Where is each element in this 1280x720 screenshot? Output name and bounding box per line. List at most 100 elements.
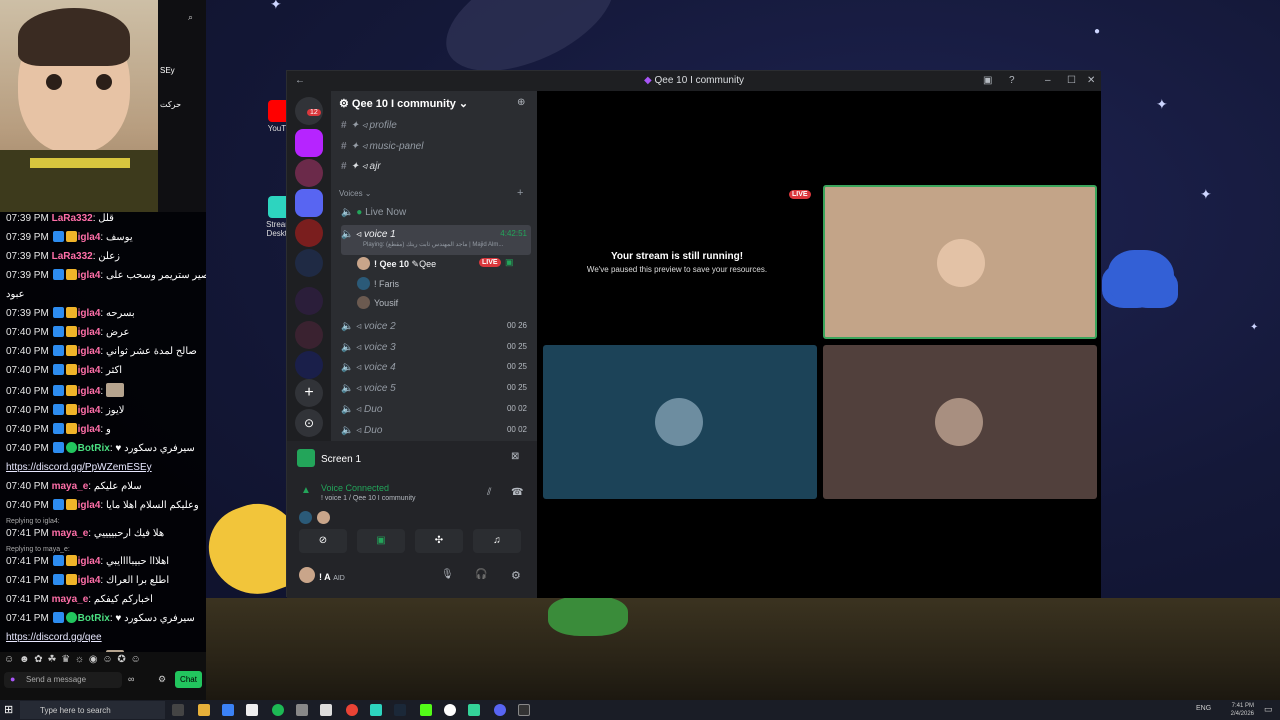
invite-icon[interactable]: ⊕ (517, 97, 525, 108)
add-channel-icon[interactable]: + (517, 187, 523, 199)
text-channel-music-panel[interactable]: # ✦ ◃ music-panel (341, 141, 423, 152)
message-username[interactable]: igla4 (78, 405, 101, 416)
soundboard-button[interactable]: ♫ (473, 529, 521, 553)
voice-member-yousif[interactable]: Yousif (357, 296, 398, 309)
message-link[interactable]: https://discord.gg/PpWZemESEy (6, 462, 152, 473)
minimize-icon[interactable]: – (1045, 71, 1051, 91)
share-screen-button[interactable]: ▣ (357, 529, 405, 553)
chat-input[interactable]: Send a message (4, 672, 122, 688)
app-icon[interactable] (246, 704, 258, 716)
chat-send-button[interactable]: Chat (175, 671, 202, 688)
voice-channel-duo[interactable]: 🔈 ◃ Duo 00 02 (341, 404, 531, 415)
back-arrow-icon[interactable]: ← (295, 71, 305, 91)
notification-icon[interactable]: ▭ (1264, 704, 1273, 715)
close-preview-icon[interactable]: ⊠ (511, 451, 519, 462)
app-icon[interactable] (296, 704, 308, 716)
settings-icon[interactable]: ⚙ (511, 569, 521, 582)
emote-picker-icon[interactable]: ∞ (128, 674, 134, 684)
task-view-icon[interactable] (172, 704, 184, 716)
inbox-icon[interactable]: ▣ (983, 71, 992, 91)
notepad-icon[interactable] (320, 704, 332, 716)
language-indicator[interactable]: ENG (1196, 705, 1211, 712)
message-text: زعلن (98, 251, 121, 262)
message-username[interactable]: igla4 (78, 386, 101, 397)
app-icon[interactable] (468, 704, 480, 716)
message-username[interactable]: BotRix (78, 443, 110, 454)
discover-icon[interactable]: ⊙ (295, 409, 323, 437)
voice-member-faris[interactable]: ! Faris (357, 277, 399, 290)
message-username[interactable]: LaRa332 (52, 251, 93, 262)
video-tile-speaking[interactable] (823, 185, 1097, 339)
message-username[interactable]: igla4 (78, 308, 101, 319)
noise-suppression-icon[interactable]: ⫽ (487, 487, 491, 498)
message-username[interactable]: igla4 (78, 327, 101, 338)
emote-row[interactable]: ☺ ☻ ✿ ☘ ♛ ☼ ◉ ☺ ✪ ☺ (4, 654, 142, 665)
activities-button[interactable]: ✣ (415, 529, 463, 553)
spotify-icon[interactable] (272, 704, 284, 716)
app-icon[interactable] (370, 704, 382, 716)
voice-channel-duo-2[interactable]: 🔈 ◃ Duo 00 02 (341, 425, 531, 436)
mic-icon[interactable]: 🎙 (441, 569, 454, 580)
app-icon[interactable] (444, 704, 456, 716)
message-username[interactable]: igla4 (78, 365, 101, 376)
message-username[interactable]: igla4 (78, 232, 101, 243)
obs-icon[interactable] (518, 704, 530, 716)
server-icon-6[interactable] (295, 321, 323, 349)
kick-icon[interactable] (420, 704, 432, 716)
message-username[interactable]: maya_e (52, 528, 89, 539)
clock[interactable]: 7:41 PM 2/4/2026 (1231, 702, 1254, 718)
message-username[interactable]: igla4 (78, 424, 101, 435)
search-icon[interactable]: ⌕ (188, 12, 193, 23)
video-tile[interactable] (823, 345, 1097, 499)
message-username[interactable]: LaRa332 (52, 213, 93, 224)
message-username[interactable]: maya_e (52, 594, 89, 605)
message-username[interactable]: igla4 (78, 500, 101, 511)
message-username[interactable]: BotRix (78, 613, 110, 624)
file-explorer-icon[interactable] (198, 704, 210, 716)
chrome-icon[interactable] (346, 704, 358, 716)
settings-icon[interactable]: ⚙ (158, 674, 166, 685)
voice-member-qee10[interactable]: ! Qee 10 ✎Qee (357, 257, 436, 270)
voice-channel-voice-3[interactable]: 🔈 ◃ voice 3 00 25 (341, 342, 531, 353)
mic-icon[interactable]: ● (10, 674, 15, 684)
edge-icon[interactable] (222, 704, 234, 716)
user-panel[interactable]: ! A AID (299, 567, 345, 583)
headphones-icon[interactable]: 🎧 (475, 569, 487, 580)
webcam-overlay (0, 0, 158, 212)
voice-channel-voice-2[interactable]: 🔈 ◃ voice 2 00 26 (341, 321, 531, 332)
start-icon[interactable]: ⊞ (4, 703, 13, 716)
server-icon-2[interactable] (295, 159, 323, 187)
message-username[interactable]: igla4 (78, 575, 101, 586)
voice-channel-voice-4[interactable]: 🔈 ◃ voice 4 00 25 (341, 362, 531, 373)
help-icon[interactable]: ? (1009, 71, 1015, 91)
server-name-header[interactable]: ⚙ Qee 10 I community ⌄ (339, 97, 468, 110)
server-icon-4[interactable] (295, 249, 323, 277)
voice-channel-voice-5[interactable]: 🔈 ◃ voice 5 00 25 (341, 383, 531, 394)
screen-share-row[interactable]: Screen 1 (297, 449, 361, 467)
camera-off-button[interactable]: ⊘ (299, 529, 347, 553)
text-channel-ajr[interactable]: # ✦ ◃ ajr (341, 161, 381, 172)
server-icon-qee[interactable] (295, 189, 323, 217)
steam-icon[interactable] (394, 704, 406, 716)
text-channel-profile[interactable]: # ✦ ◃ profile (341, 120, 397, 131)
server-icon-5[interactable] (295, 287, 323, 315)
message-username[interactable]: igla4 (78, 270, 101, 281)
video-tile[interactable] (543, 345, 817, 499)
taskbar-search[interactable]: Type here to search (20, 701, 165, 719)
add-server-icon[interactable]: + (295, 379, 323, 407)
close-icon[interactable]: ✕ (1087, 71, 1095, 91)
discord-icon[interactable] (494, 704, 506, 716)
voice-channel-live-now[interactable]: 🔈 ● Live Now (341, 207, 531, 218)
server-icon-7[interactable] (295, 351, 323, 379)
message-link[interactable]: https://discord.gg/qee (6, 632, 102, 643)
server-icon-1[interactable] (295, 129, 323, 157)
message-username[interactable]: igla4 (78, 556, 101, 567)
disconnect-icon[interactable]: ☎ (511, 487, 523, 498)
server-icon-3[interactable] (295, 219, 323, 247)
message-username[interactable]: maya_e (52, 481, 89, 492)
voice-connected-label[interactable]: Voice Connected (321, 483, 389, 493)
message-username[interactable]: igla4 (78, 346, 101, 357)
voice-category[interactable]: Voices ⌄ (339, 189, 372, 198)
voice-channel-voice-1[interactable]: 🔈 ◃ voice 1 4:42:51 Playing: (مقطع) ماجد… (341, 225, 531, 255)
maximize-icon[interactable]: ☐ (1067, 71, 1076, 91)
